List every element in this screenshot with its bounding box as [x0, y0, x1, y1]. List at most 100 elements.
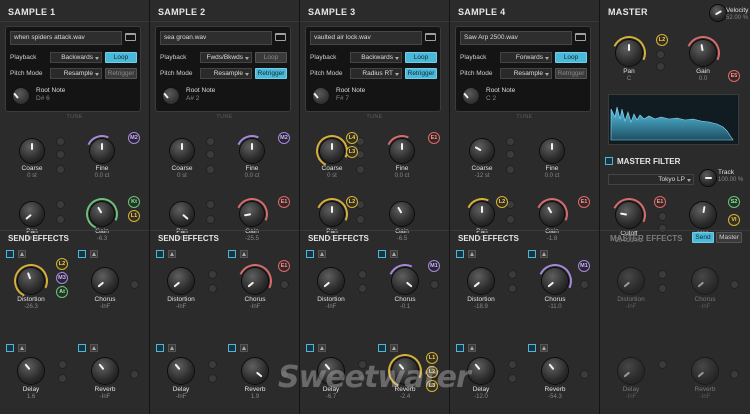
root-note-knob[interactable] [462, 87, 480, 105]
retrigger-button[interactable]: Retrigger [405, 68, 437, 79]
pitch-mode-dropdown[interactable]: Resample [500, 68, 552, 79]
reverb-mod-slot[interactable] [130, 370, 139, 379]
fine-knob[interactable]: Fine 0.0 ct [81, 130, 123, 179]
delay-edit-icon[interactable] [18, 344, 26, 352]
coarse-knob[interactable]: Coarse -12 st [470, 139, 494, 179]
folder-icon[interactable] [275, 33, 286, 41]
chorus-knob[interactable]: Chorus -InF [92, 268, 118, 310]
pitch-mode-dropdown[interactable]: Resample [50, 68, 102, 79]
fine-mod-slot[interactable] [356, 165, 365, 174]
playback-dropdown[interactable]: Forwards [500, 52, 552, 63]
reverb-knob[interactable]: Reverb -InF [92, 358, 118, 400]
mod-badge-l4[interactable]: L4 [346, 132, 358, 144]
root-note-knob[interactable] [162, 87, 180, 105]
retrigger-button[interactable]: Retrigger [105, 68, 137, 79]
chorus-knob[interactable]: Chorus -11.0 [533, 259, 577, 310]
reverb-edit-icon[interactable] [540, 344, 548, 352]
playback-dropdown[interactable]: Backwards [50, 52, 102, 63]
reverb-mod-slot[interactable] [580, 370, 589, 379]
gain-knob[interactable]: Gain -6.5 [390, 202, 414, 242]
delay-enable-toggle[interactable] [456, 344, 464, 352]
pan-knob[interactable]: Pan 100 R [170, 202, 194, 242]
mod-badge-m1[interactable]: M1 [428, 260, 440, 272]
mod-badge-l2[interactable]: L2 [346, 196, 358, 208]
master-chorus-knob[interactable]: Chorus -InF [692, 268, 718, 310]
chorus-knob[interactable]: Chorus -InF [233, 259, 277, 310]
coarse-mod-slot-2[interactable] [206, 150, 215, 159]
coarse-knob[interactable]: Coarse 0 st [170, 139, 194, 179]
sample-file-field[interactable]: Saw Arp 2500.wav [460, 31, 572, 45]
mod-badge-e1[interactable]: E1 [278, 196, 290, 208]
reverb-knob[interactable]: Reverb 1.9 [242, 358, 268, 400]
mod-badge-l1[interactable]: L1 [128, 210, 140, 222]
sample-file-field[interactable]: vaulted air lock.wav [310, 31, 422, 45]
pan-mod-slot[interactable] [206, 200, 215, 209]
fine-knob[interactable]: Fine 0.0 ct [231, 130, 273, 179]
loop-button[interactable]: Loop [405, 52, 437, 63]
delay-edit-icon[interactable] [468, 344, 476, 352]
distortion-edit-icon[interactable] [168, 250, 176, 258]
mod-badge-m2[interactable]: M2 [128, 132, 140, 144]
mfx-mod-slot-3[interactable] [730, 280, 739, 289]
mfx-mod-slot-2[interactable] [658, 284, 667, 293]
delay-mod-slot-2[interactable] [58, 374, 67, 383]
pan-mod-slot-2[interactable] [56, 215, 65, 224]
coarse-knob[interactable]: Coarse 0 st [20, 139, 44, 179]
playback-dropdown[interactable]: Backwards [350, 52, 402, 63]
delay-enable-toggle[interactable] [156, 344, 164, 352]
mfx-mod-slot-5[interactable] [730, 370, 739, 379]
coarse-mod-slot-2[interactable] [56, 150, 65, 159]
pan-mod-slot-2[interactable] [206, 215, 215, 224]
delay-mod-slot[interactable] [208, 360, 217, 369]
distortion-knob[interactable]: Distortion -26.3 [9, 259, 53, 310]
loop-button[interactable]: Loop [105, 52, 137, 63]
mod-badge-e1[interactable]: E1 [278, 260, 290, 272]
delay-enable-toggle[interactable] [306, 344, 314, 352]
mod-badge-l2[interactable]: L2 [56, 258, 68, 270]
master-delay-knob[interactable]: Delay -InF [618, 358, 644, 400]
chorus-mod-slot[interactable] [430, 280, 439, 289]
delay-mod-slot[interactable] [58, 360, 67, 369]
chorus-enable-toggle[interactable] [228, 250, 236, 258]
gain-knob[interactable]: Gain -6.3 [81, 193, 123, 242]
coarse-mod-slot[interactable] [56, 137, 65, 146]
reverb-enable-toggle[interactable] [378, 344, 386, 352]
chorus-edit-icon[interactable] [90, 250, 98, 258]
chorus-edit-icon[interactable] [540, 250, 548, 258]
chorus-enable-toggle[interactable] [78, 250, 86, 258]
reverb-enable-toggle[interactable] [528, 344, 536, 352]
mod-badge-kt[interactable]: Kt [128, 196, 140, 208]
delay-mod-slot-2[interactable] [508, 374, 517, 383]
distortion-knob[interactable]: Distortion -InF [167, 268, 195, 310]
distortion-mod-slot-2[interactable] [358, 284, 367, 293]
gain-knob[interactable]: Gain -1.8 [531, 193, 573, 242]
delay-enable-toggle[interactable] [6, 344, 14, 352]
loop-button[interactable]: Loop [255, 52, 287, 63]
coarse-knob[interactable]: Coarse 0 st [311, 130, 353, 179]
delay-edit-icon[interactable] [168, 344, 176, 352]
root-note-knob[interactable] [312, 87, 330, 105]
coarse-mod-slot[interactable] [206, 137, 215, 146]
mod-badge-e1[interactable]: E1 [578, 196, 590, 208]
reverb-enable-toggle[interactable] [78, 344, 86, 352]
chorus-enable-toggle[interactable] [378, 250, 386, 258]
distortion-edit-icon[interactable] [18, 250, 26, 258]
delay-knob[interactable]: Delay 1.6 [18, 358, 44, 400]
pan-mod-slot-2[interactable] [356, 215, 365, 224]
delay-knob[interactable]: Delay -12.0 [468, 358, 494, 400]
coarse-mod-slot-2[interactable] [506, 150, 515, 159]
fine-knob[interactable]: Fine 0.0 ct [381, 130, 423, 179]
gain-knob[interactable]: Gain -25.5 [231, 193, 273, 242]
chorus-edit-icon[interactable] [240, 250, 248, 258]
mod-badge-l3[interactable]: L3 [346, 146, 358, 158]
folder-icon[interactable] [125, 33, 136, 41]
mod-badge-m3[interactable]: M3 [56, 272, 68, 284]
distortion-knob[interactable]: Distortion -18.9 [467, 268, 495, 310]
fine-mod-slot[interactable] [56, 165, 65, 174]
distortion-mod-slot-2[interactable] [508, 284, 517, 293]
pitch-mode-dropdown[interactable]: Resample [200, 68, 252, 79]
distortion-knob[interactable]: Distortion -InF [317, 268, 345, 310]
chorus-mod-slot[interactable] [130, 280, 139, 289]
coarse-mod-slot[interactable] [506, 137, 515, 146]
distortion-enable-toggle[interactable] [456, 250, 464, 258]
